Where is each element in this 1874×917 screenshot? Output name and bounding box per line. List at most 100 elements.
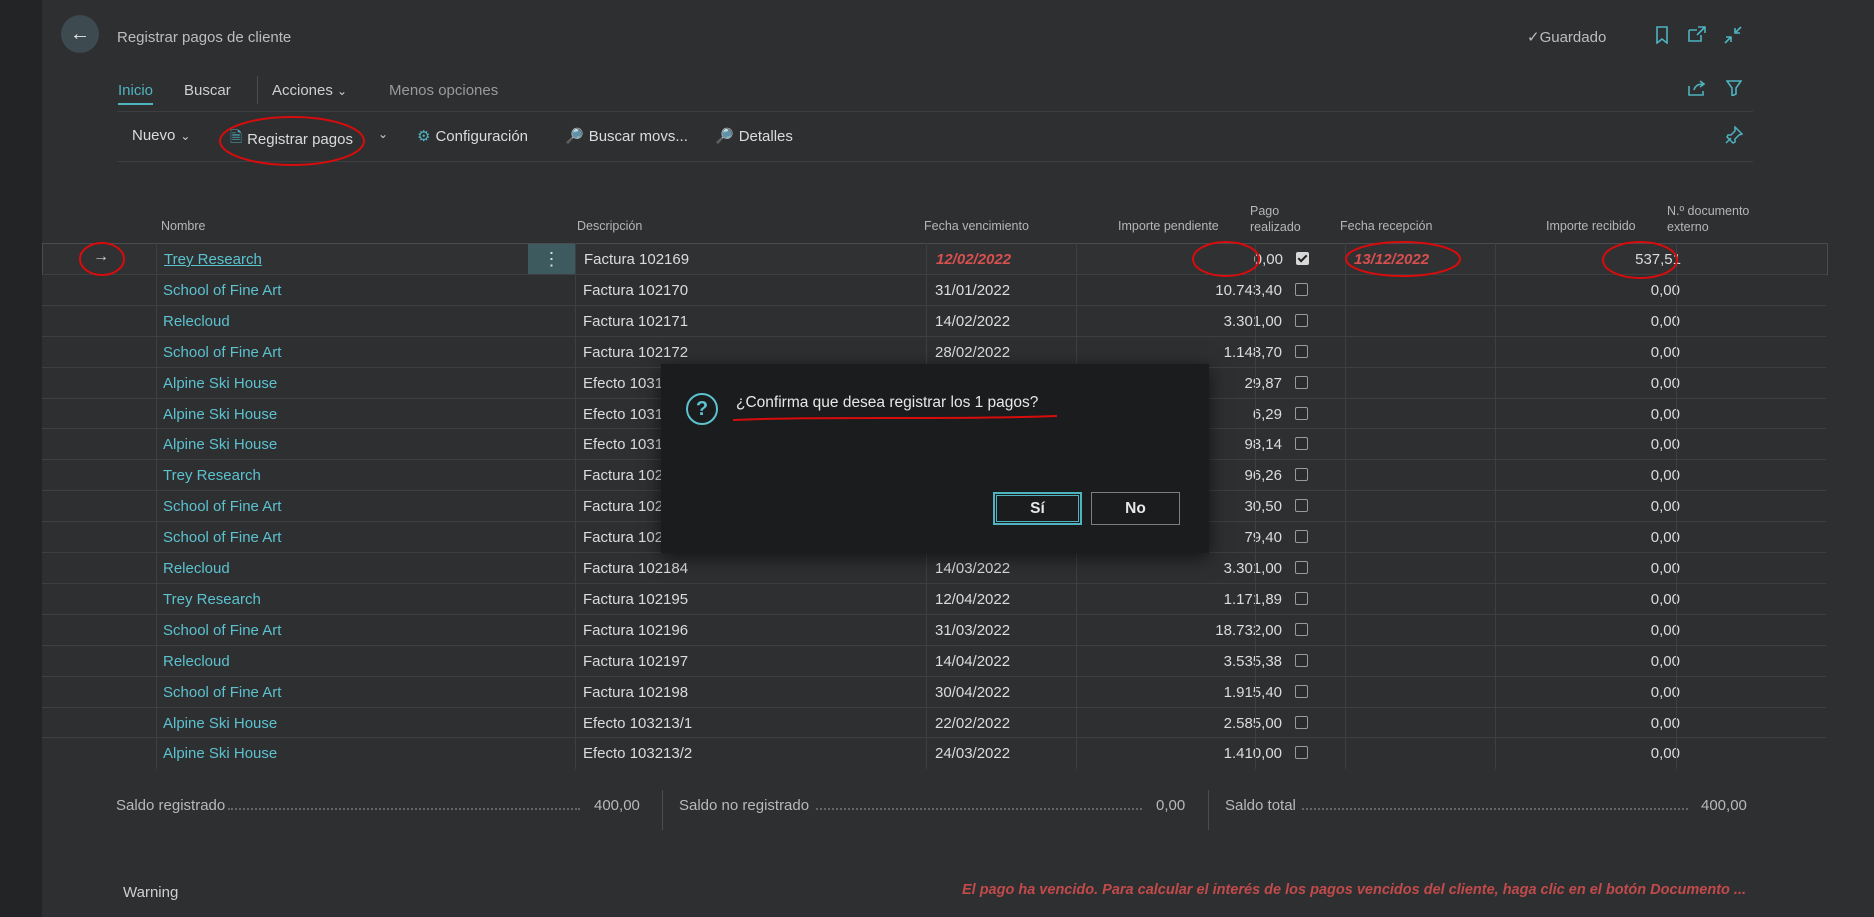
table-row[interactable]: School of Fine Art Factura 102198 30/04/20… — [42, 675, 1826, 707]
customer-name-link[interactable]: School of Fine Art — [163, 282, 281, 299]
table-row[interactable]: Relecloud Factura 102171 14/02/2022 3.301,0… — [42, 304, 1826, 336]
pin-icon[interactable] — [1725, 125, 1744, 147]
pending-amount-cell[interactable]: 3.301,00 — [1224, 560, 1282, 577]
pending-amount-cell[interactable]: 3.535,38 — [1224, 653, 1282, 670]
payment-made-checkbox[interactable] — [1295, 591, 1308, 605]
description-cell[interactable]: Efecto 1031 — [583, 375, 663, 392]
due-date-cell[interactable]: 12/02/2022 — [936, 251, 1011, 268]
customer-name-link[interactable]: Alpine Ski House — [163, 436, 277, 453]
table-row[interactable]: School of Fine Art Factura 102170 31/01/20… — [42, 273, 1826, 305]
description-cell[interactable]: Efecto 1031 — [583, 436, 663, 453]
pending-amount-cell[interactable]: 1.171,89 — [1224, 591, 1282, 608]
received-date-cell[interactable]: 13/12/2022 — [1354, 251, 1429, 268]
payment-made-checkbox[interactable] — [1295, 746, 1308, 760]
payment-made-checkbox[interactable] — [1295, 684, 1308, 698]
filter-icon[interactable] — [1725, 80, 1743, 99]
customer-name-link[interactable]: School of Fine Art — [163, 684, 281, 701]
payment-made-checkbox[interactable] — [1295, 313, 1308, 327]
description-cell[interactable]: Factura 102184 — [583, 560, 688, 577]
no-button[interactable]: No — [1091, 492, 1180, 525]
tab-acciones[interactable]: Acciones ⌄ — [272, 82, 347, 99]
col-fecha-recepcion[interactable]: Fecha recepción — [1340, 218, 1432, 234]
description-cell[interactable]: Factura 102169 — [584, 251, 689, 268]
table-row[interactable]: Alpine Ski House Efecto 103213/2 24/03/202… — [42, 737, 1826, 768]
tab-inicio[interactable]: Inicio — [118, 82, 154, 105]
payment-made-checkbox[interactable] — [1295, 561, 1308, 574]
col-pago-realizado[interactable]: Pago realizado — [1250, 203, 1301, 235]
payment-made-checkbox[interactable] — [1295, 653, 1308, 667]
customer-name-link[interactable]: Alpine Ski House — [163, 745, 277, 762]
customer-name-link[interactable]: Trey Research — [163, 591, 261, 608]
description-cell[interactable]: Efecto 103213/1 — [583, 715, 692, 732]
detalles-button[interactable]: 🔎 Detalles — [715, 127, 793, 146]
pending-amount-cell[interactable]: 79,40 — [1244, 529, 1282, 546]
due-date-cell[interactable]: 28/02/2022 — [935, 344, 1010, 361]
pending-amount-cell[interactable]: 18.732,00 — [1215, 622, 1282, 639]
description-cell[interactable]: Factura 102195 — [583, 591, 688, 608]
due-date-cell[interactable]: 24/03/2022 — [935, 745, 1010, 762]
pending-amount-cell[interactable]: 29,87 — [1244, 375, 1282, 392]
collapse-icon[interactable] — [1724, 26, 1742, 47]
payment-made-checkbox[interactable] — [1295, 468, 1308, 482]
tab-buscar[interactable]: Buscar — [184, 82, 231, 99]
customer-name-link[interactable]: School of Fine Art — [163, 622, 281, 639]
description-cell[interactable]: Factura 102 — [583, 529, 663, 546]
due-date-cell[interactable]: 30/04/2022 — [935, 684, 1010, 701]
due-date-cell[interactable]: 14/02/2022 — [935, 313, 1010, 330]
table-row[interactable]: Alpine Ski House Efecto 103213/1 22/02/202… — [42, 706, 1826, 738]
payment-made-checkbox[interactable] — [1295, 530, 1308, 544]
due-date-cell[interactable]: 31/01/2022 — [935, 282, 1010, 299]
col-doc-externo[interactable]: N.º documento externo — [1667, 203, 1749, 235]
pending-amount-cell[interactable]: 10.743,40 — [1215, 282, 1282, 299]
payment-made-checkbox[interactable] — [1295, 406, 1308, 420]
back-button[interactable]: ← — [61, 15, 99, 53]
col-nombre[interactable]: Nombre — [161, 218, 205, 234]
description-cell[interactable]: Factura 102 — [583, 498, 663, 515]
tab-menos-opciones[interactable]: Menos opciones — [389, 82, 498, 99]
description-cell[interactable]: Factura 102197 — [583, 653, 688, 670]
payment-made-checkbox[interactable] — [1295, 622, 1308, 636]
customer-name-link[interactable]: Relecloud — [163, 313, 230, 330]
customer-name-link[interactable]: Relecloud — [163, 560, 230, 577]
due-date-cell[interactable]: 22/02/2022 — [935, 715, 1010, 732]
col-importe-pendiente[interactable]: Importe pendiente — [1118, 218, 1219, 234]
table-row[interactable]: School of Fine Art Factura 102196 31/03/20… — [42, 613, 1826, 645]
customer-name-link[interactable]: School of Fine Art — [163, 529, 281, 546]
payment-made-checkbox[interactable] — [1295, 499, 1308, 513]
customer-name-link[interactable]: Alpine Ski House — [163, 715, 277, 732]
share-icon[interactable] — [1688, 80, 1706, 99]
pending-amount-cell[interactable]: 1.915,40 — [1224, 684, 1282, 701]
pending-amount-cell[interactable]: 96,26 — [1244, 467, 1282, 484]
pending-amount-cell[interactable]: 98,14 — [1244, 436, 1282, 453]
due-date-cell[interactable]: 12/04/2022 — [935, 591, 1010, 608]
payment-made-checkbox[interactable] — [1295, 282, 1308, 296]
description-cell[interactable]: Efecto 103213/2 — [583, 745, 692, 762]
description-cell[interactable]: Factura 102198 — [583, 684, 688, 701]
pending-amount-cell[interactable]: 3.301,00 — [1224, 313, 1282, 330]
payment-made-checkbox[interactable] — [1295, 715, 1308, 729]
payment-made-checkbox[interactable] — [1295, 375, 1308, 389]
description-cell[interactable]: Factura 102 — [583, 467, 663, 484]
customer-name-link[interactable]: School of Fine Art — [163, 344, 281, 361]
table-row[interactable]: Relecloud Factura 102184 14/03/2022 3.301,0… — [42, 552, 1826, 583]
buscar-movs-button[interactable]: 🔎 Buscar movs... — [565, 127, 688, 146]
warning-message[interactable]: El pago ha vencido. Para calcular el int… — [962, 882, 1746, 898]
open-new-window-icon[interactable] — [1688, 26, 1706, 45]
pending-amount-cell[interactable]: 1.410,00 — [1224, 745, 1282, 762]
payment-made-checkbox[interactable] — [1295, 344, 1308, 358]
description-cell[interactable]: Factura 102170 — [583, 282, 688, 299]
customer-name-link[interactable]: Alpine Ski House — [163, 375, 277, 392]
pending-amount-cell[interactable]: 6,29 — [1253, 406, 1282, 423]
yes-button[interactable]: Sí — [993, 492, 1082, 525]
description-cell[interactable]: Factura 102196 — [583, 622, 688, 639]
pending-amount-cell[interactable]: 30,50 — [1244, 498, 1282, 515]
payment-made-checkbox[interactable] — [1295, 437, 1308, 451]
col-descripcion[interactable]: Descripción — [577, 218, 642, 234]
col-importe-recibido[interactable]: Importe recibido — [1546, 218, 1636, 234]
customer-name-link[interactable]: Trey Research — [164, 251, 262, 268]
bookmark-icon[interactable] — [1655, 26, 1669, 47]
received-amount-cell[interactable]: 537,51 — [1635, 251, 1681, 268]
pending-amount-cell[interactable]: 1.148,70 — [1224, 344, 1282, 361]
pending-amount-cell[interactable]: 0,00 — [1254, 251, 1283, 268]
registrar-pagos-button[interactable]: 🗎 Registrar pagos — [230, 127, 353, 152]
